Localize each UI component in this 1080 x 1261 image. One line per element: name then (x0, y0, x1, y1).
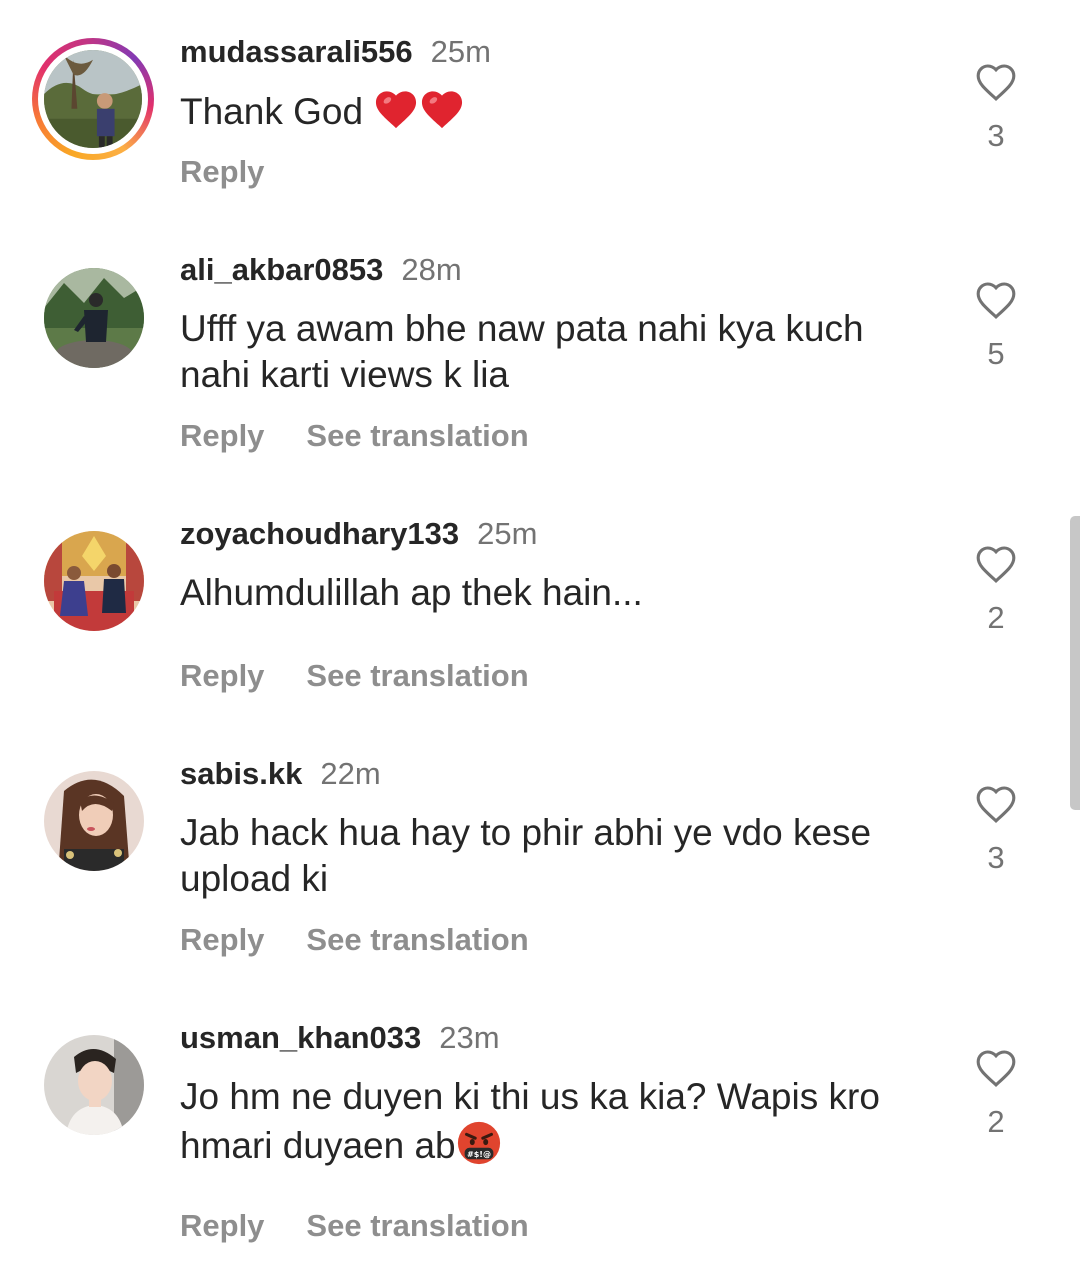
like-count: 2 (987, 1104, 1005, 1139)
reply-button[interactable]: Reply (180, 1208, 264, 1243)
heart-outline-icon[interactable] (974, 784, 1018, 824)
heart-outline-icon[interactable] (974, 62, 1018, 102)
comment-username[interactable]: mudassarali556 (180, 34, 413, 69)
comment-username[interactable]: ali_akbar0853 (180, 252, 383, 287)
comment-timestamp: 25m (430, 34, 491, 69)
reply-button[interactable]: Reply (180, 418, 264, 453)
avatar-photo (44, 50, 142, 148)
comment-username[interactable]: usman_khan033 (180, 1020, 421, 1055)
heart-outline-icon[interactable] (974, 280, 1018, 320)
reply-button[interactable]: Reply (180, 922, 264, 957)
comment-timestamp: 23m (439, 1020, 500, 1055)
avatar-story-ring[interactable] (32, 38, 154, 160)
red-heart-emoji (419, 88, 465, 141)
red-heart-emoji (373, 88, 419, 141)
scrollbar-thumb[interactable] (1070, 516, 1080, 810)
reply-button[interactable]: Reply (180, 154, 264, 189)
comment-text: Ufff ya awam bhe naw pata nahi kya kuch … (180, 308, 864, 395)
comment-text-container: Jo hm ne duyen ki thi us ka kia? Wapis k… (180, 1074, 940, 1177)
like-count: 3 (987, 118, 1005, 153)
like-count: 5 (987, 336, 1005, 371)
comment-username[interactable]: zoyachoudhary133 (180, 516, 459, 551)
comment-text-container: Thank God (180, 88, 940, 141)
avatar-photo (44, 1035, 144, 1135)
see-translation-button[interactable]: See translation (306, 1208, 528, 1243)
avatar[interactable] (44, 531, 144, 631)
heart-outline-icon[interactable] (974, 544, 1018, 584)
heart-outline-icon[interactable] (974, 1048, 1018, 1088)
see-translation-button[interactable]: See translation (306, 418, 528, 453)
comment-timestamp: 28m (401, 252, 462, 287)
comment-timestamp: 25m (477, 516, 538, 551)
comment-timestamp: 22m (320, 756, 381, 791)
avatar-photo (44, 268, 144, 368)
avatar[interactable] (44, 268, 144, 368)
like-button[interactable]: 5 (968, 280, 1024, 372)
svg-text:#$!@: #$!@ (467, 1150, 491, 1159)
like-button[interactable]: 2 (968, 1048, 1024, 1140)
avatar-photo (44, 771, 144, 871)
reply-button[interactable]: Reply (180, 658, 264, 693)
face-with-symbols-on-mouth-emoji: #$!@ (456, 1120, 502, 1177)
like-count: 3 (987, 840, 1005, 875)
avatar[interactable] (44, 1035, 144, 1135)
like-button[interactable]: 3 (968, 62, 1024, 154)
see-translation-button[interactable]: See translation (306, 922, 528, 957)
like-count: 2 (987, 600, 1005, 635)
avatar[interactable] (44, 771, 144, 871)
comment-text: Jab hack hua hay to phir abhi ye vdo kes… (180, 812, 872, 899)
comment-text: Thank God (180, 91, 374, 132)
like-button[interactable]: 2 (968, 544, 1024, 636)
comment-username[interactable]: sabis.kk (180, 756, 302, 791)
avatar-photo (44, 531, 144, 631)
comment-text: Alhumdulillah ap thek hain... (180, 572, 643, 613)
like-button[interactable]: 3 (968, 784, 1024, 876)
avatar (44, 50, 142, 148)
comment-text: Jo hm ne duyen ki thi us ka kia? Wapis k… (180, 1076, 880, 1166)
see-translation-button[interactable]: See translation (306, 658, 528, 693)
